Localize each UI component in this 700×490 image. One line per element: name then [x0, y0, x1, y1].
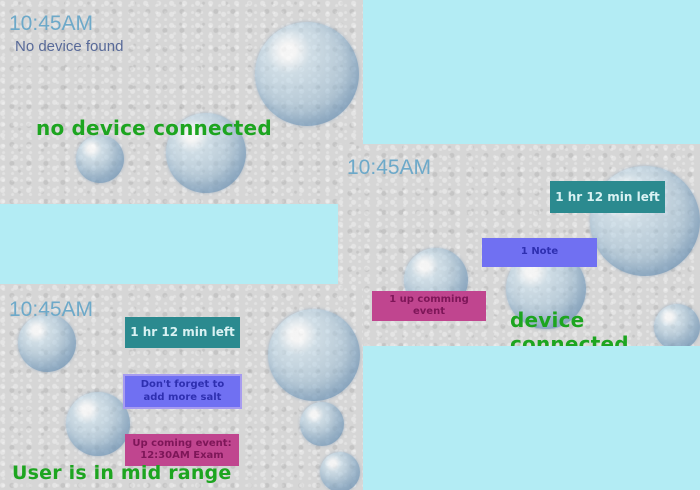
bubble-decoration	[268, 309, 360, 401]
bubble-decoration	[300, 402, 344, 446]
clock-time: 10:45AM	[347, 156, 432, 179]
device-connected-panel: 10:45AM 1 hr 12 min left 1 Note 1 up com…	[338, 144, 700, 346]
clock-time: 10:45AM	[9, 298, 94, 321]
bubble-decoration	[76, 135, 124, 183]
scenario-caption: no device connected	[36, 116, 272, 140]
bubble-decoration	[320, 452, 360, 490]
bubble-decoration	[255, 22, 359, 126]
event-tile[interactable]: 1 up comming event	[372, 291, 486, 321]
no-device-panel: 10:45AM No device found no device connec…	[0, 0, 363, 204]
mid-range-panel: 10:45AM 1 hr 12 min left Don't forget to…	[0, 284, 363, 490]
bubble-decoration	[18, 314, 76, 372]
bubble-decoration	[66, 392, 130, 456]
scenario-caption: User is in mid range	[12, 462, 232, 484]
note-tile[interactable]: 1 Note	[482, 238, 597, 267]
clock-time: 10:45AM	[9, 12, 94, 35]
device-status-text: No device found	[15, 38, 124, 55]
battery-remaining-tile[interactable]: 1 hr 12 min left	[125, 317, 240, 348]
scenario-caption: device connected	[510, 308, 629, 346]
note-tile[interactable]: Don't forget to add more salt	[123, 374, 242, 409]
battery-remaining-tile[interactable]: 1 hr 12 min left	[550, 181, 665, 213]
